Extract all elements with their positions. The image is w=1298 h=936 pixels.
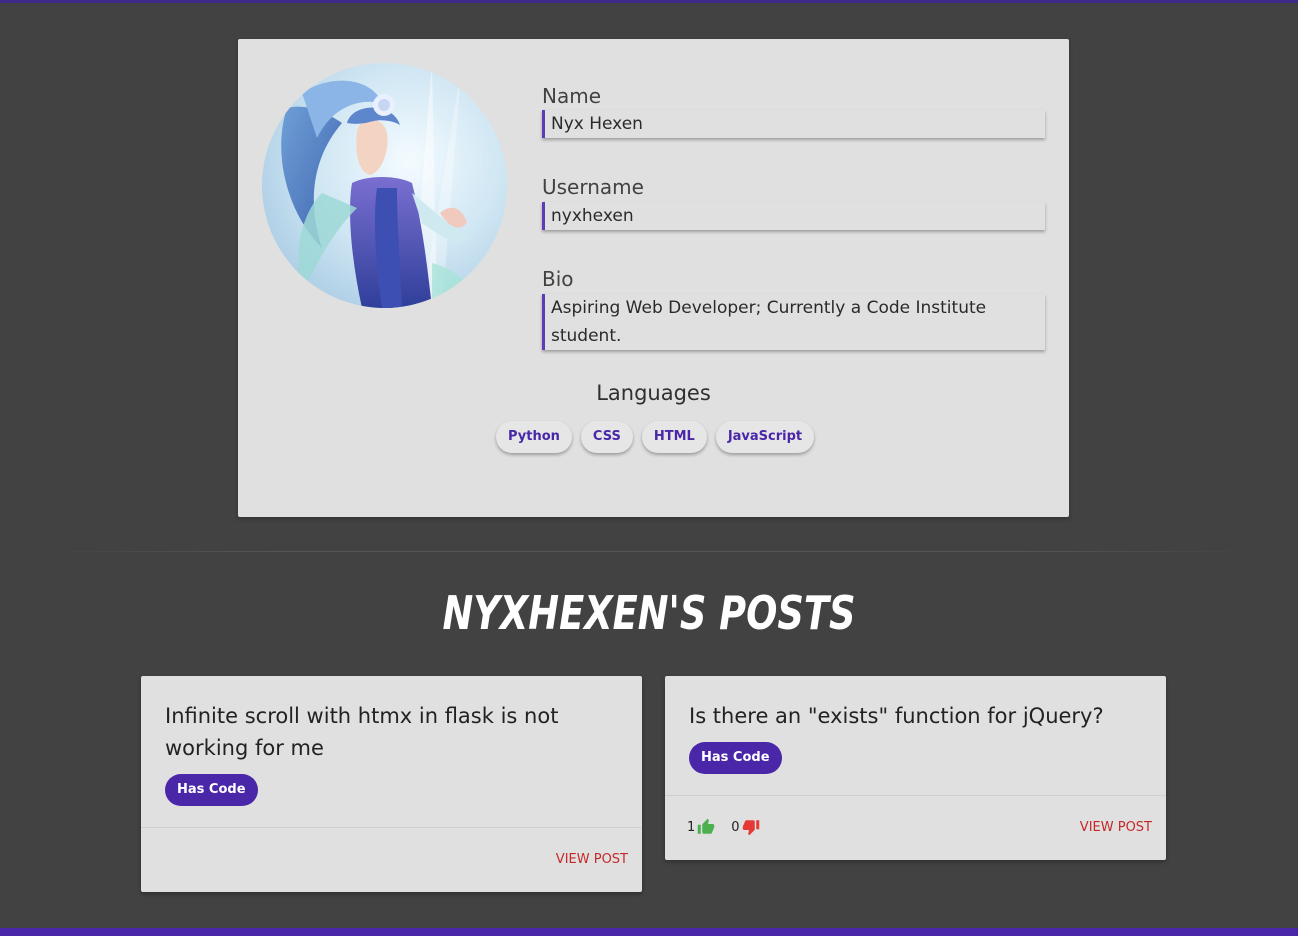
post-card: Is there an "exists" function for jQuery… [665,676,1166,860]
profile-card: Name Nyx Hexen Username nyxhexen Bio Asp… [238,39,1069,517]
thumbs-up-icon [698,818,715,834]
post-card: Infinite scroll with htmx in flask is no… [141,676,642,892]
upvote-count: 1 [687,819,696,835]
username-label: Username [542,175,644,199]
downvote-count: 0 [731,819,740,835]
vote-controls: 1 0 [687,818,776,836]
language-chips: Python CSS HTML JavaScript [496,421,815,453]
language-chip-html[interactable]: HTML [641,421,707,453]
language-chip-python[interactable]: Python [496,421,572,453]
post-title: Is there an "exists" function for jQuery… [689,704,1104,728]
languages-title: Languages [596,381,711,405]
has-code-badge: Has Code [689,742,782,774]
thumbs-down-icon [742,820,759,836]
bio-label: Bio [542,267,574,291]
language-chip-javascript[interactable]: JavaScript [715,421,815,453]
posts-section-title: nyxhexen's Posts [442,586,856,640]
username-field: nyxhexen [542,202,1045,230]
bio-field: Aspiring Web Developer; Currently a Code… [542,294,1045,350]
top-accent-bar [0,0,1298,3]
post-title: Infinite scroll with htmx in flask is no… [165,704,559,760]
post-card-actions: View Post [141,827,642,892]
avatar-image [262,63,507,308]
bottom-accent-bar [0,928,1298,936]
downvote-button[interactable]: 0 [731,818,759,836]
language-chip-css[interactable]: CSS [580,421,633,453]
post-card-actions: 1 0 View Post [665,795,1166,860]
name-field: Nyx Hexen [542,110,1045,138]
view-post-link[interactable]: View Post [1080,820,1152,835]
view-post-link[interactable]: View Post [556,852,628,867]
has-code-badge: Has Code [165,774,258,806]
section-divider [40,551,1258,552]
upvote-button[interactable]: 1 [687,818,715,836]
name-label: Name [542,84,602,108]
avatar [262,63,507,308]
